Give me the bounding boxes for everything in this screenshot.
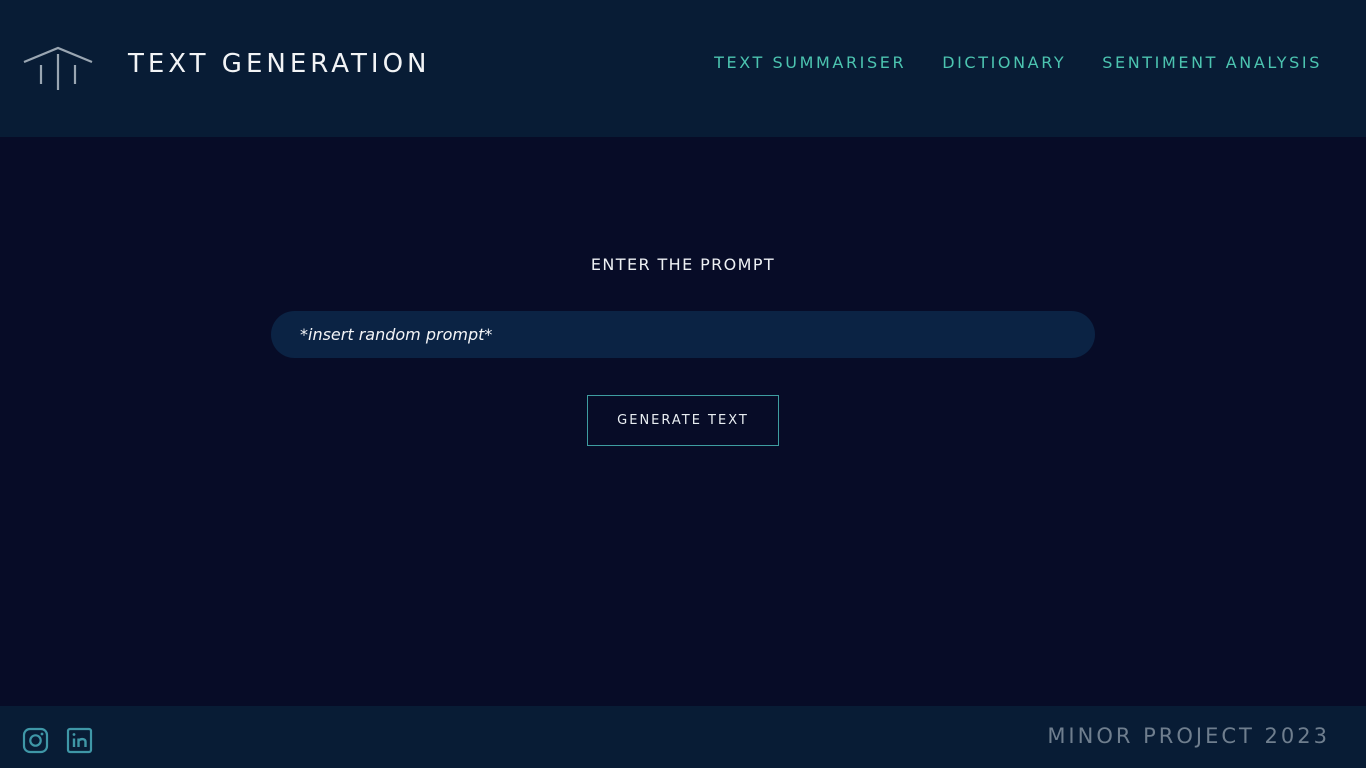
social-links [22, 727, 93, 754]
nav-dictionary[interactable]: DICTIONARY [942, 53, 1066, 72]
footer-project-label: MINOR PROJECT 2023 [1047, 724, 1330, 748]
footer: MINOR PROJECT 2023 [0, 706, 1366, 768]
linkedin-icon[interactable] [66, 727, 93, 754]
nav-sentiment-analysis[interactable]: SENTIMENT ANALYSIS [1102, 53, 1322, 72]
instagram-icon[interactable] [22, 727, 49, 754]
generate-text-button[interactable]: GENERATE TEXT [587, 395, 779, 446]
header: TEXT GENERATION TEXT SUMMARISER DICTIONA… [0, 0, 1366, 137]
nav-text-summariser[interactable]: TEXT SUMMARISER [714, 53, 906, 72]
main-nav: TEXT SUMMARISER DICTIONARY SENTIMENT ANA… [714, 53, 1322, 72]
prompt-input[interactable] [271, 311, 1095, 358]
page-title: TEXT GENERATION [128, 49, 431, 79]
main-content: ENTER THE PROMPT GENERATE TEXT [0, 137, 1366, 706]
pillar-logo-icon[interactable] [22, 44, 94, 92]
prompt-label: ENTER THE PROMPT [590, 255, 776, 274]
